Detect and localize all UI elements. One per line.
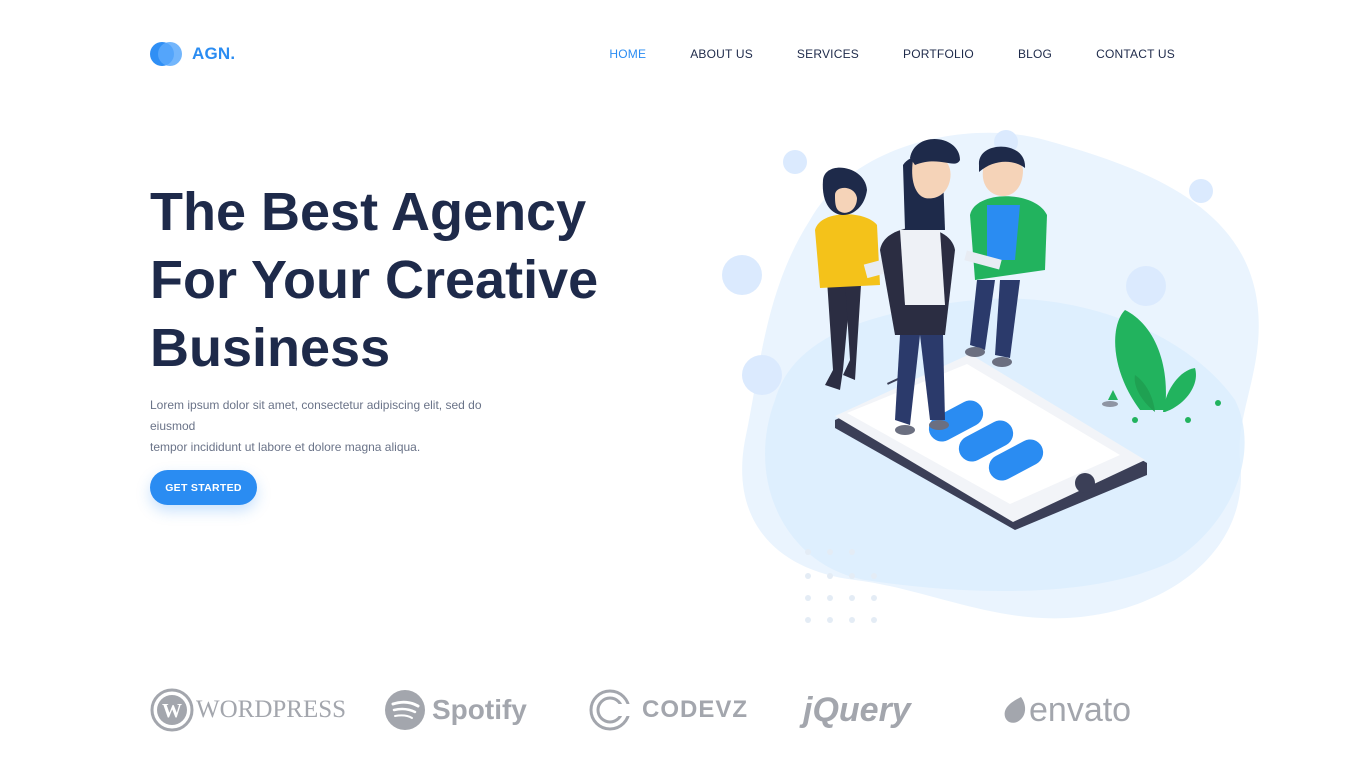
hero-description-line: tempor incididunt ut labore et dolore ma… bbox=[150, 440, 421, 454]
envato-logo-icon bbox=[1004, 697, 1026, 723]
wordpress-logo-icon: W bbox=[150, 688, 194, 732]
main-nav: HOME ABOUT US SERVICES PORTFOLIO BLOG CO… bbox=[565, 47, 1175, 61]
bubble bbox=[1126, 266, 1166, 306]
partner-name: jQuery bbox=[803, 690, 911, 729]
site-header: AGN. HOME ABOUT US SERVICES PORTFOLIO BL… bbox=[0, 0, 1366, 110]
hero-title: The Best Agency For Your Creative Busine… bbox=[150, 178, 670, 382]
bubble bbox=[1189, 179, 1213, 203]
partner-logo-envato[interactable]: envato bbox=[1003, 680, 1131, 740]
spotify-logo-icon bbox=[385, 690, 425, 730]
partner-logo-jquery[interactable]: jQuery bbox=[803, 680, 911, 740]
svg-text:W: W bbox=[162, 700, 182, 722]
partner-logo-spotify[interactable]: Spotify bbox=[384, 680, 527, 740]
partner-name: Spotify bbox=[432, 694, 527, 725]
bubble bbox=[722, 255, 762, 295]
nav-item-services[interactable]: SERVICES bbox=[797, 47, 859, 61]
partner-name: CODEVZ bbox=[642, 696, 749, 723]
brand-name: AGN. bbox=[192, 44, 236, 63]
hero-title-line: For Your Creative bbox=[150, 250, 599, 310]
hero-description: Lorem ipsum dolor sit amet, consectetur … bbox=[150, 395, 530, 458]
codevz-logo-icon bbox=[589, 689, 632, 731]
brand-logo[interactable]: AGN. bbox=[150, 42, 235, 66]
partner-name: WORDPRESS bbox=[196, 696, 347, 723]
hero-description-line: Lorem ipsum dolor sit amet, consectetur … bbox=[150, 398, 482, 433]
nav-item-about-us[interactable]: ABOUT US bbox=[690, 47, 753, 61]
partner-logo-codevz[interactable]: CODEVZ bbox=[588, 680, 748, 740]
hero-title-line: Business bbox=[150, 318, 391, 378]
nav-item-contact-us[interactable]: CONTACT US bbox=[1096, 47, 1175, 61]
nav-item-blog[interactable]: BLOG bbox=[1018, 47, 1052, 61]
partner-logos: W WORDPRESS Spotify CODEVZ jQuery envato bbox=[150, 680, 1210, 740]
nav-item-home[interactable]: HOME bbox=[609, 47, 646, 61]
hero-illustration bbox=[722, 130, 1259, 623]
get-started-button[interactable]: GET STARTED bbox=[150, 470, 257, 505]
bubble bbox=[742, 355, 782, 395]
partner-logo-wordpress[interactable]: W WORDPRESS bbox=[150, 680, 346, 740]
nav-item-portfolio[interactable]: PORTFOLIO bbox=[903, 47, 974, 61]
partner-name: envato bbox=[1029, 690, 1132, 729]
hero-title-line: The Best Agency bbox=[150, 182, 587, 242]
logo-mark-icon bbox=[150, 42, 182, 66]
bubble bbox=[783, 150, 807, 174]
